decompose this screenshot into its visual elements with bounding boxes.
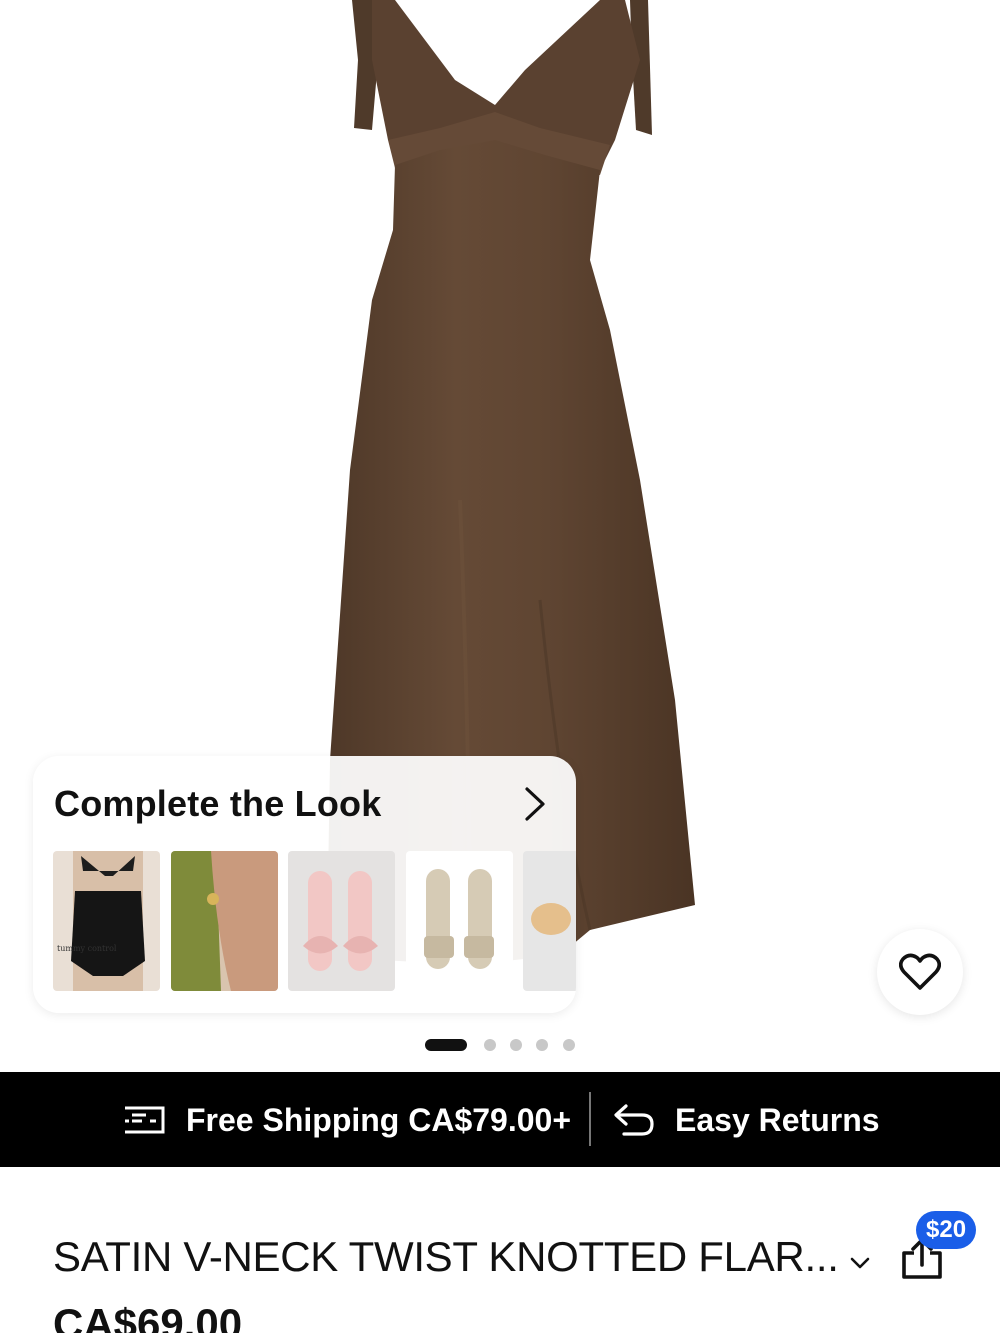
carousel-dot[interactable]: [510, 1039, 522, 1051]
complete-the-look-card[interactable]: Complete the Look tummy control: [33, 756, 576, 1013]
favorite-button[interactable]: [877, 929, 963, 1015]
return-arrow-icon: [614, 1104, 654, 1136]
thumbnail-beige-heels[interactable]: [406, 851, 513, 991]
share-reward-badge: $20: [916, 1211, 977, 1249]
shipping-icon: [125, 1106, 165, 1134]
product-title[interactable]: SATIN V-NECK TWIST KNOTTED FLAR...: [53, 1233, 839, 1281]
carousel-dot[interactable]: [563, 1039, 575, 1051]
thumbnail-nipple-covers[interactable]: [523, 851, 576, 991]
product-price: CA$69.00: [53, 1300, 243, 1333]
complete-the-look-title: Complete the Look: [54, 783, 382, 824]
tummy-control-caption: tummy control: [57, 944, 117, 953]
heart-outline-icon: [899, 953, 941, 990]
chevron-down-icon[interactable]: [849, 1256, 871, 1270]
product-image[interactable]: Complete the Look tummy control: [0, 0, 1000, 1072]
thumbnail-pink-heels[interactable]: [288, 851, 395, 991]
easy-returns-label: Easy Returns: [675, 1102, 880, 1138]
promo-divider: [589, 1092, 591, 1146]
free-shipping-label: Free Shipping CA$79.00+: [186, 1102, 572, 1138]
chevron-right-icon[interactable]: [519, 786, 549, 822]
carousel-dot[interactable]: [536, 1039, 548, 1051]
carousel-dot-active[interactable]: [425, 1039, 467, 1051]
carousel-dot[interactable]: [484, 1039, 496, 1051]
thumbnail-green-top[interactable]: [171, 851, 278, 991]
complete-the-look-thumbnails: tummy control: [53, 851, 576, 991]
thumbnail-shapewear[interactable]: tummy control: [53, 851, 160, 991]
promo-bar[interactable]: Free Shipping CA$79.00+ Easy Returns: [0, 1072, 1000, 1167]
